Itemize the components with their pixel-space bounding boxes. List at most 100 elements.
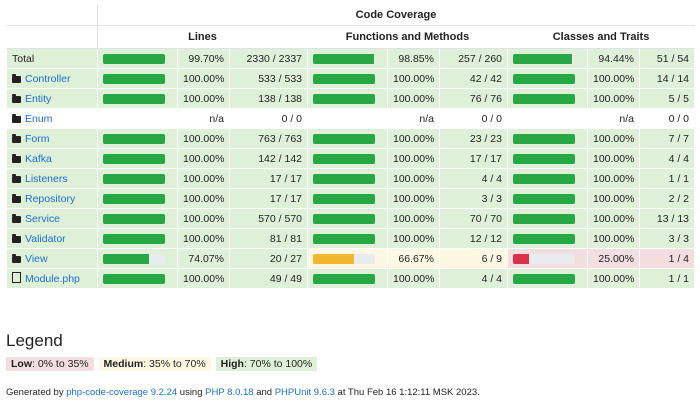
classes-count: 1 / 1 [638,168,696,189]
row-link[interactable]: Form [25,133,50,145]
progress-bar [513,133,575,144]
classes-percent: 94.44% [587,48,640,69]
lines-percent: 100.00% [177,168,230,189]
classes-percent: 100.00% [587,188,640,209]
row-link[interactable]: Kafka [25,153,52,165]
progress-bar [103,153,165,164]
lines-bar-cell [97,228,178,249]
classes-percent: 100.00% [587,128,640,149]
funcs-bar-cell [307,48,388,69]
row-link[interactable]: Entity [25,93,51,105]
funcs-percent: 100.00% [387,208,440,229]
progress-bar [313,93,375,104]
row-link[interactable]: Module.php [25,273,80,285]
progress-bar [313,233,375,244]
funcs-percent: 100.00% [387,148,440,169]
table-row: Kafka 100.00% 142 / 142 100.00% 17 / 17 100.0… [6,148,696,169]
folder-icon [12,73,21,83]
total-label: Total [12,52,35,65]
table-row: View 74.07% 20 / 27 66.67% 6 / 9 25.00% 1 / 4 [6,248,696,269]
lines-count: 570 / 570 [229,208,308,229]
lines-bar-cell [97,148,178,169]
funcs-percent: 100.00% [387,168,440,189]
php-link[interactable]: PHP 8.0.18 [205,387,253,398]
classes-bar-cell [507,268,588,289]
classes-percent: 100.00% [587,168,640,189]
progress-bar [313,73,375,84]
funcs-bar-cell [307,208,388,229]
header-blank [6,4,98,26]
progress-fill [313,133,375,144]
row-link[interactable]: Repository [25,193,75,205]
table-row: Form 100.00% 763 / 763 100.00% 23 / 23 100.00… [6,128,696,149]
funcs-percent: n/a [387,108,440,129]
funcs-count: 42 / 42 [439,68,508,89]
header-blank-2 [6,25,98,49]
row-link[interactable]: View [25,253,48,265]
funcs-bar-cell [307,268,388,289]
row-link[interactable]: Enum [25,113,52,125]
funcs-percent: 100.00% [387,128,440,149]
funcs-percent: 100.00% [387,228,440,249]
lines-count: 17 / 17 [229,168,308,189]
progress-bar [513,213,575,224]
progress-bar [103,173,165,184]
progress-bar [513,233,575,244]
table-row: Repository 100.00% 17 / 17 100.00% 3 / 3 100.… [6,188,696,209]
row-link[interactable]: Validator [25,233,66,245]
row-link[interactable]: Listeners [25,173,68,185]
progress-bar [513,173,575,184]
funcs-percent: 100.00% [387,68,440,89]
funcs-bar-cell [307,168,388,189]
legend-medium: Medium: 35% to 70% [98,357,211,371]
classes-percent: 100.00% [587,88,640,109]
progress-bar [313,213,375,224]
lines-bar-cell [97,268,178,289]
progress-bar [513,273,575,284]
classes-percent: 100.00% [587,268,640,289]
row-link[interactable]: Controller [25,73,71,85]
progress-fill [103,93,165,104]
classes-bar-cell [507,148,588,169]
row-name-cell: Repository [6,188,98,209]
progress-bar [103,273,165,284]
funcs-count: 17 / 17 [439,148,508,169]
progress-bar [103,253,165,264]
progress-fill [313,193,375,204]
classes-bar-cell [507,228,588,249]
php-code-coverage-link[interactable]: php-code-coverage 9.2.24 [66,387,177,398]
funcs-count: 4 / 4 [439,168,508,189]
progress-fill [513,153,575,164]
classes-bar-cell [507,128,588,149]
row-name-cell: Kafka [6,148,98,169]
funcs-bar-cell [307,68,388,89]
table-row: Service 100.00% 570 / 570 100.00% 70 / 70 100… [6,208,696,229]
row-name-cell: Form [6,128,98,149]
folder-icon [12,173,21,183]
classes-count: 3 / 3 [638,228,696,249]
row-name-cell: Listeners [6,168,98,189]
lines-count: 533 / 533 [229,68,308,89]
progress-bar [513,193,575,204]
progress-fill [313,73,375,84]
phpunit-link[interactable]: PHPUnit 9.6.3 [275,387,335,398]
row-link[interactable]: Service [25,213,60,225]
progress-fill [513,173,575,184]
folder-icon [12,153,21,163]
progress-fill [103,173,165,184]
funcs-percent: 100.00% [387,188,440,209]
progress-fill [313,53,375,64]
legend-title: Legend [6,331,63,350]
lines-count: 0 / 0 [229,108,308,129]
footer: Generated by php-code-coverage 9.2.24 us… [6,387,480,398]
folder-icon [12,213,21,223]
progress-fill [103,153,165,164]
funcs-count: 76 / 76 [439,88,508,109]
row-name-cell: Entity [6,88,98,109]
progress-fill [103,133,165,144]
progress-bar [103,213,165,224]
progress-fill [313,273,375,284]
folder-icon [12,93,21,103]
progress-bar [103,93,165,104]
progress-fill [513,273,575,284]
